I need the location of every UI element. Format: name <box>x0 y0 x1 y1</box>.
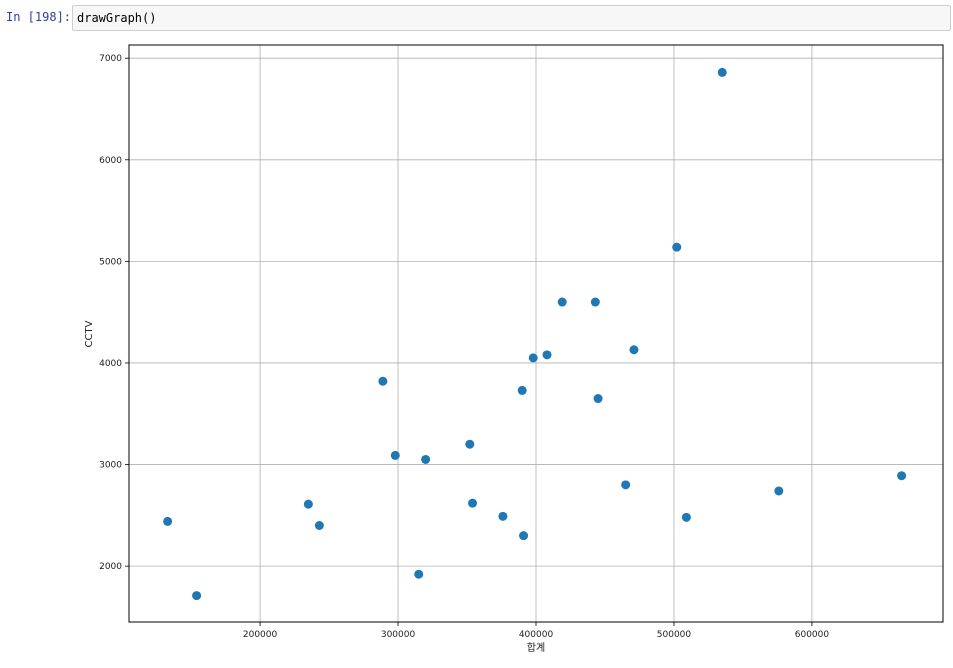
scatter-chart: 200000 300000 400000 500000 600000 2000 3000 40… <box>84 44 944 654</box>
scatter-point <box>774 486 784 496</box>
y-tick-label: 5000 <box>99 257 122 267</box>
y-tick-label: 2000 <box>99 562 122 572</box>
scatter-point <box>421 454 431 464</box>
scatter-point <box>542 350 552 360</box>
scatter-point <box>590 297 600 307</box>
scatter-point <box>717 67 727 77</box>
x-tick-label: 200000 <box>243 630 278 640</box>
y-axis-label: CCTV <box>84 320 95 347</box>
scatter-point <box>897 471 907 481</box>
x-axis-label: 합계 <box>527 642 545 654</box>
scatter-point <box>593 394 603 404</box>
scatter-point <box>414 569 424 579</box>
scatter-point <box>557 297 567 307</box>
x-tick-label: 300000 <box>381 630 416 640</box>
scatter-point <box>621 480 631 490</box>
scatter-point <box>498 511 508 521</box>
x-tick-label: 400000 <box>519 630 554 640</box>
scatter-point <box>314 520 324 530</box>
grid-lines <box>129 45 943 622</box>
scatter-point <box>629 345 639 355</box>
y-tick-label: 7000 <box>99 54 122 64</box>
scatter-point <box>378 376 388 386</box>
scatter-point <box>528 353 538 363</box>
scatter-point <box>390 450 400 460</box>
y-tick-label: 3000 <box>99 461 122 471</box>
scatter-point <box>468 498 478 508</box>
data-points <box>163 67 907 601</box>
y-tick-label: 4000 <box>99 359 122 369</box>
scatter-point <box>163 516 173 526</box>
scatter-point <box>681 512 691 522</box>
scatter-point <box>517 385 527 395</box>
scatter-point <box>192 591 202 601</box>
scatter-point <box>672 242 682 252</box>
y-tick-label: 6000 <box>99 156 122 166</box>
x-tick-label: 500000 <box>657 630 692 640</box>
scatter-point <box>303 499 313 509</box>
scatter-point <box>465 439 475 449</box>
scatter-point <box>519 531 529 541</box>
x-tick-label: 600000 <box>795 630 830 640</box>
axis-ticks: 200000 300000 400000 500000 600000 2000 3000 40… <box>99 54 829 640</box>
